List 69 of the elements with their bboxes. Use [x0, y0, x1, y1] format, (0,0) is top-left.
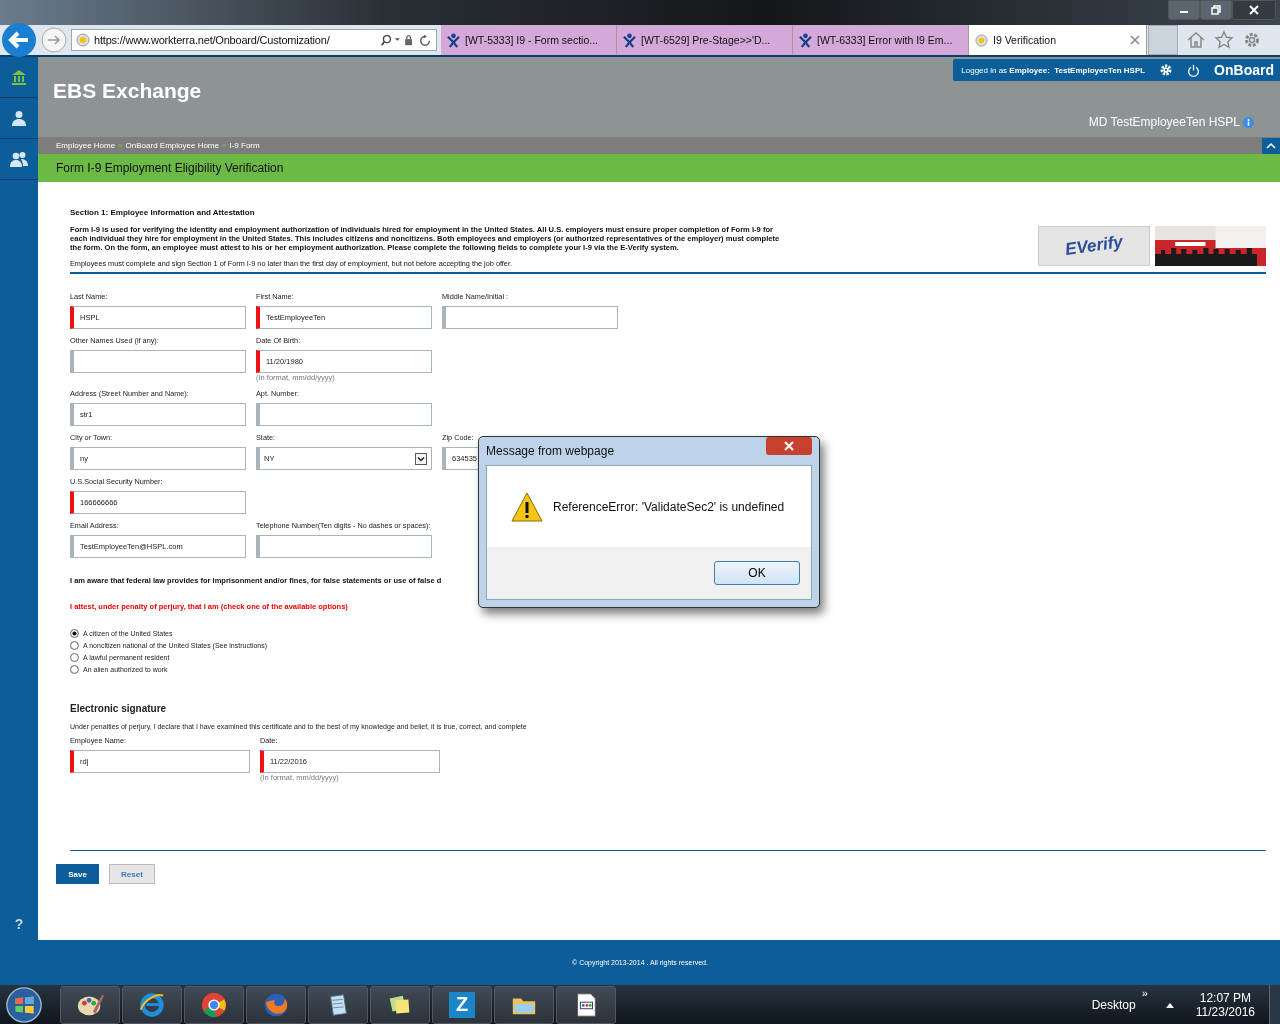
input-field[interactable]	[70, 350, 246, 373]
home-icon[interactable]	[1186, 30, 1206, 50]
address-bar[interactable]: https://www.workterra.net/Onboard/Customization/	[71, 29, 437, 51]
close-button[interactable]	[1232, 0, 1276, 20]
site-title: EBS Exchange	[53, 79, 202, 103]
taskbar-button[interactable]	[494, 985, 554, 1024]
taskbar-button[interactable]	[556, 985, 616, 1024]
settings-icon[interactable]	[1242, 30, 1262, 50]
user-name: MD TestEmployeeTen HSPL	[1088, 115, 1240, 129]
figure-icon	[623, 32, 636, 48]
logged-in-text: Logged in as Employee: TestEmployeeTen HSPL	[961, 65, 1146, 75]
figure-icon	[447, 32, 460, 48]
browser-tab[interactable]: [WT-6333] Error with I9 Em...	[793, 25, 969, 55]
browser-tab[interactable]: I9 Verification	[969, 25, 1147, 55]
taskbar-button[interactable]	[122, 985, 182, 1024]
dialog-title: Message from webpage	[486, 444, 615, 458]
breadcrumb-link[interactable]: Employee Home	[56, 141, 116, 150]
back-button[interactable]	[1, 22, 37, 58]
taskbar-button[interactable]: Z	[432, 985, 492, 1024]
taskbar-button[interactable]	[308, 985, 368, 1024]
browser-e-icon	[138, 990, 166, 1019]
restore-button[interactable]	[1200, 0, 1232, 20]
input-field[interactable]	[256, 403, 432, 426]
settings-icon[interactable]	[1159, 63, 1174, 77]
taskbar-button[interactable]	[370, 985, 430, 1024]
site-icon	[975, 32, 988, 48]
address-tools-icon	[380, 33, 432, 47]
browser-tab[interactable]: [WT-6529] Pre-Stage>>'D...	[617, 25, 793, 55]
favorites-star-icon[interactable]	[1214, 30, 1234, 50]
desktop-toolbar-label[interactable]: Desktop	[1091, 997, 1136, 1012]
close-tab-icon[interactable]	[1130, 35, 1140, 45]
app-icon: Z	[449, 991, 475, 1018]
info-icon[interactable]	[1243, 116, 1254, 128]
breadcrumb-link[interactable]: OnBoard Employee Home	[125, 141, 219, 150]
breadcrumb-link[interactable]: I-9 Form	[229, 141, 260, 150]
signature-heading: Electronic signature	[70, 703, 168, 714]
ok-button[interactable]: OK	[714, 561, 800, 585]
reset-button[interactable]: Reset	[109, 864, 155, 884]
power-icon[interactable]	[1187, 63, 1201, 77]
browser-tab[interactable]: [WT-5333] I9 - Form sectio...	[441, 25, 617, 55]
site-icon	[76, 33, 90, 47]
breadcrumb-separator: »	[118, 141, 123, 150]
home-icon	[11, 69, 27, 85]
input-field[interactable]	[442, 306, 618, 329]
e-verify-logo: EVerify	[1038, 226, 1150, 266]
warning-icon	[511, 491, 543, 522]
minimize-button[interactable]	[1168, 0, 1200, 20]
taskbar-button[interactable]	[184, 985, 244, 1024]
person-icon	[11, 110, 27, 126]
chrome-icon	[200, 990, 228, 1019]
taskbar-button[interactable]	[60, 985, 120, 1024]
toolbar-chevron[interactable]: »	[1141, 987, 1148, 999]
close-icon	[1249, 5, 1259, 15]
save-button[interactable]: Save	[56, 864, 99, 884]
section-heading: Section 1: Employee Information and Attestation	[70, 208, 256, 217]
collapse-up-button[interactable]	[1262, 138, 1280, 154]
tray-arrow-icon[interactable]	[1165, 1001, 1174, 1008]
start-button[interactable]	[4, 985, 44, 1024]
restore-icon	[1211, 5, 1221, 15]
app-name: OnBoard	[1214, 62, 1274, 78]
breadcrumb-separator: »	[222, 141, 227, 150]
input-field[interactable]	[256, 535, 432, 558]
people-icon	[10, 151, 28, 167]
figure-icon	[799, 32, 812, 48]
help-link[interactable]: ?	[0, 912, 38, 940]
page-title: Form I-9 Employment Eligibility Verification	[56, 161, 284, 175]
error-message: ReferenceError: 'ValidateSec2' is undefined	[553, 499, 785, 514]
close-button[interactable]	[766, 437, 812, 455]
clock[interactable]: 12:07 PM 11/23/2016	[1195, 990, 1255, 1019]
